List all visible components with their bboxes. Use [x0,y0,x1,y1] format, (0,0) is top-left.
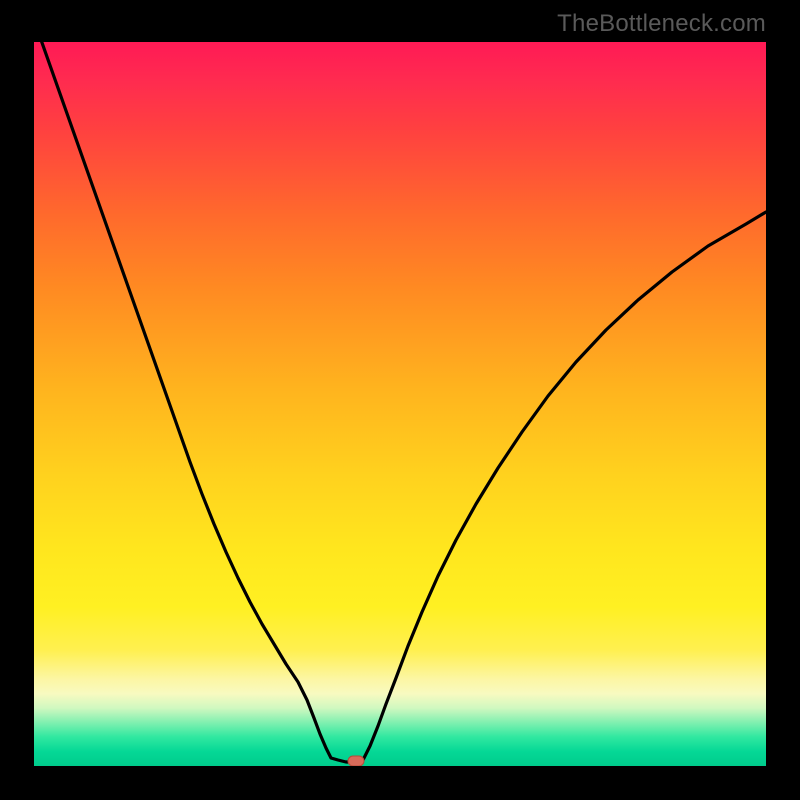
minimum-marker [348,756,364,766]
watermark-text: TheBottleneck.com [557,10,766,38]
bottleneck-curve [34,42,766,762]
curve-layer [34,42,766,766]
chart-frame: TheBottleneck.com [0,0,800,800]
plot-area [34,42,766,766]
